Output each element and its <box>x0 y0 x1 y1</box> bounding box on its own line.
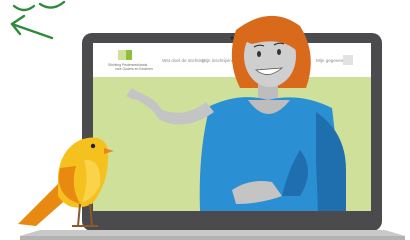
nav-item-inschrijving[interactable]: Mijn inschrijving <box>202 58 235 63</box>
webcam-icon <box>230 36 234 40</box>
user-square-icon[interactable] <box>343 55 353 65</box>
illustration: Stichting Peuterwerklands voor Ouders en… <box>10 0 405 240</box>
nav-item-gegevens[interactable]: Mijn gegevens <box>316 58 346 63</box>
nav-item-stichting[interactable]: Wat doet de stichting <box>162 58 205 63</box>
logo-line2: voor Ouders en Kinderen <box>115 67 153 71</box>
curved-arrow-icon <box>10 0 66 40</box>
